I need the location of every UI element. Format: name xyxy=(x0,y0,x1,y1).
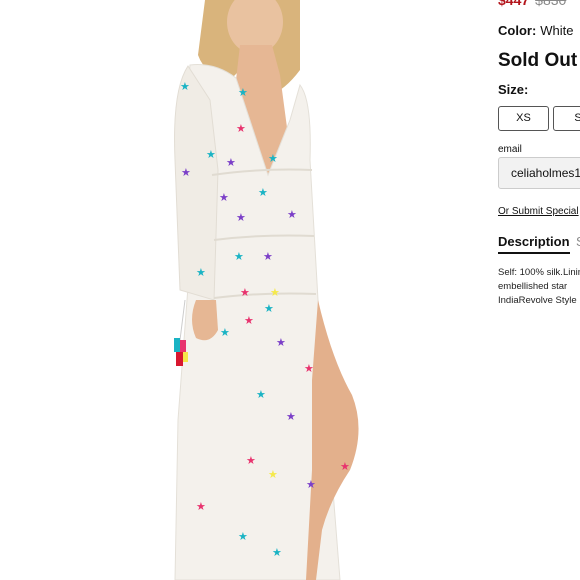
tab-description[interactable]: Description xyxy=(498,234,570,254)
svg-text:★: ★ xyxy=(340,460,350,473)
product-info-panel: $447 $830 Color: White Sold Out Size: XS S… xyxy=(498,0,580,580)
svg-text:★: ★ xyxy=(286,410,296,423)
svg-text:★: ★ xyxy=(244,314,254,327)
svg-text:★: ★ xyxy=(219,191,229,204)
svg-text:★: ★ xyxy=(196,266,206,279)
email-label: email xyxy=(498,144,522,155)
svg-text:★: ★ xyxy=(272,546,282,559)
email-field[interactable] xyxy=(498,157,580,189)
svg-text:★: ★ xyxy=(276,336,286,349)
svg-text:★: ★ xyxy=(238,530,248,543)
svg-text:★: ★ xyxy=(236,122,246,135)
svg-text:★: ★ xyxy=(268,152,278,165)
svg-text:★: ★ xyxy=(238,86,248,99)
svg-text:★: ★ xyxy=(264,302,274,315)
svg-text:★: ★ xyxy=(220,326,230,339)
model-dress-illustration: ★ ★ ★ ★ ★ ★ ★ ★ ★ ★ ★ ★ ★ ★ ★ ★ ★ ★ ★ ★ … xyxy=(174,0,359,580)
description-line: Self: 100% silk.Linin xyxy=(498,267,580,278)
svg-text:★: ★ xyxy=(196,500,206,513)
svg-text:★: ★ xyxy=(256,388,266,401)
description-line: IndiaRevolve Style xyxy=(498,295,577,306)
description-line: embellished star xyxy=(498,281,568,292)
color-label: Color: xyxy=(498,23,537,38)
sale-price: $447 xyxy=(498,0,530,8)
svg-text:★: ★ xyxy=(287,208,297,221)
tab-secondary[interactable]: S xyxy=(576,234,580,249)
availability-status: Sold Out xyxy=(498,50,578,71)
product-photo: ★ ★ ★ ★ ★ ★ ★ ★ ★ ★ ★ ★ ★ ★ ★ ★ ★ ★ ★ ★ … xyxy=(0,0,490,580)
svg-text:★: ★ xyxy=(306,478,316,491)
svg-text:★: ★ xyxy=(246,454,256,467)
color-value: White xyxy=(540,23,574,38)
svg-text:★: ★ xyxy=(304,362,314,375)
size-option-xs[interactable]: XS xyxy=(498,106,549,131)
original-price: $830 xyxy=(535,0,567,8)
svg-text:★: ★ xyxy=(226,156,236,169)
color-row: Color: White xyxy=(498,23,574,38)
svg-text:★: ★ xyxy=(236,211,246,224)
submit-special-link[interactable]: Or Submit Special xyxy=(498,206,579,217)
svg-text:★: ★ xyxy=(258,186,268,199)
svg-text:★: ★ xyxy=(263,250,273,263)
size-label: Size: xyxy=(498,82,529,97)
price-row: $447 $830 xyxy=(498,0,566,8)
svg-text:★: ★ xyxy=(181,166,191,179)
svg-text:★: ★ xyxy=(268,468,278,481)
svg-text:★: ★ xyxy=(234,250,244,263)
svg-text:★: ★ xyxy=(240,286,250,299)
svg-text:★: ★ xyxy=(270,286,280,299)
description-text: Self: 100% silk.Linin embellished star I… xyxy=(498,266,580,308)
svg-text:★: ★ xyxy=(180,80,190,93)
svg-text:★: ★ xyxy=(206,148,216,161)
size-option-s[interactable]: S xyxy=(553,106,580,131)
